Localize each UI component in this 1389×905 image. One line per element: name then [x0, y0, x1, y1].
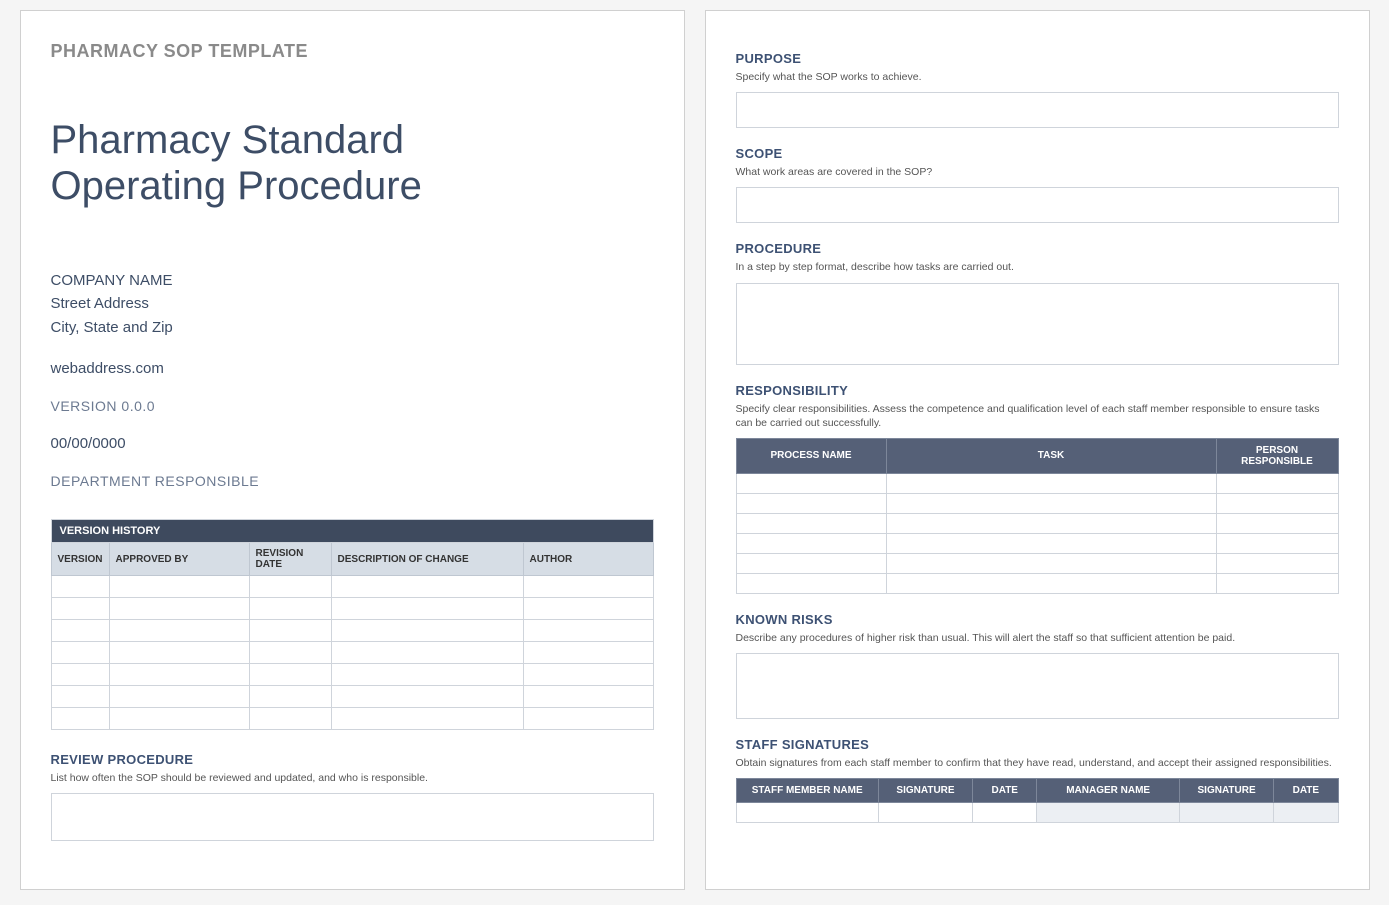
version-history-title: VERSION HISTORY [51, 520, 653, 543]
table-row [51, 576, 653, 598]
city-state-zip: City, State and Zip [51, 316, 654, 339]
purpose-heading: PURPOSE [736, 51, 1339, 66]
table-row [51, 598, 653, 620]
staff-signatures-heading: STAFF SIGNATURES [736, 737, 1339, 752]
version-label: VERSION 0.0.0 [51, 398, 654, 414]
col-date-2: DATE [1274, 779, 1338, 803]
col-date-1: DATE [973, 779, 1037, 803]
table-row [51, 686, 653, 708]
table-row [736, 803, 1338, 823]
company-name: COMPANY NAME [51, 269, 654, 292]
known-risks-desc: Describe any procedures of higher risk t… [736, 631, 1339, 645]
review-procedure-heading: REVIEW PROCEDURE [51, 752, 654, 767]
table-row [736, 533, 1338, 553]
col-process-name: PROCESS NAME [736, 438, 886, 473]
col-version: VERSION [51, 543, 109, 576]
web-address: webaddress.com [51, 357, 654, 380]
template-header: PHARMACY SOP TEMPLATE [51, 41, 654, 62]
table-row [736, 573, 1338, 593]
scope-input[interactable] [736, 187, 1339, 223]
staff-signatures-desc: Obtain signatures from each staff member… [736, 756, 1339, 770]
review-procedure-input[interactable] [51, 793, 654, 841]
known-risks-input[interactable] [736, 653, 1339, 719]
procedure-input[interactable] [736, 283, 1339, 365]
review-procedure-desc: List how often the SOP should be reviewe… [51, 771, 654, 785]
procedure-heading: PROCEDURE [736, 241, 1339, 256]
known-risks-section: KNOWN RISKS Describe any procedures of h… [736, 612, 1339, 719]
col-signature-2: SIGNATURE [1179, 779, 1273, 803]
table-row [51, 708, 653, 730]
version-history-table: VERSION HISTORY VERSION APPROVED BY REVI… [51, 519, 654, 730]
table-row [736, 513, 1338, 533]
table-row [51, 620, 653, 642]
department-responsible: DEPARTMENT RESPONSIBLE [51, 473, 654, 489]
staff-signatures-section: STAFF SIGNATURES Obtain signatures from … [736, 737, 1339, 823]
responsibility-heading: RESPONSIBILITY [736, 383, 1339, 398]
company-block: COMPANY NAME Street Address City, State … [51, 269, 654, 339]
date-placeholder: 00/00/0000 [51, 432, 654, 455]
scope-section: SCOPE What work areas are covered in the… [736, 146, 1339, 223]
table-row [736, 473, 1338, 493]
table-row [736, 553, 1338, 573]
title-line-2: Operating Procedure [51, 164, 422, 208]
known-risks-heading: KNOWN RISKS [736, 612, 1339, 627]
col-approved-by: APPROVED BY [109, 543, 249, 576]
scope-desc: What work areas are covered in the SOP? [736, 165, 1339, 179]
procedure-desc: In a step by step format, describe how t… [736, 260, 1339, 274]
scope-heading: SCOPE [736, 146, 1339, 161]
col-task: TASK [886, 438, 1216, 473]
col-revision-date: REVISION DATE [249, 543, 331, 576]
responsibility-section: RESPONSIBILITY Specify clear responsibil… [736, 383, 1339, 594]
purpose-desc: Specify what the SOP works to achieve. [736, 70, 1339, 84]
table-row [51, 642, 653, 664]
title-line-1: Pharmacy Standard [51, 118, 405, 162]
responsibility-table: PROCESS NAME TASK PERSON RESPONSIBLE [736, 438, 1339, 594]
procedure-section: PROCEDURE In a step by step format, desc… [736, 241, 1339, 364]
col-person-responsible: PERSON RESPONSIBLE [1216, 438, 1338, 473]
col-description: DESCRIPTION OF CHANGE [331, 543, 523, 576]
purpose-input[interactable] [736, 92, 1339, 128]
review-procedure-section: REVIEW PROCEDURE List how often the SOP … [51, 752, 654, 841]
signatures-table: STAFF MEMBER NAME SIGNATURE DATE MANAGER… [736, 778, 1339, 823]
street-address: Street Address [51, 292, 654, 315]
responsibility-desc: Specify clear responsibilities. Assess t… [736, 402, 1339, 430]
purpose-section: PURPOSE Specify what the SOP works to ac… [736, 51, 1339, 128]
col-staff-member-name: STAFF MEMBER NAME [736, 779, 878, 803]
col-manager-name: MANAGER NAME [1037, 779, 1180, 803]
col-author: AUTHOR [523, 543, 653, 576]
col-signature-1: SIGNATURE [878, 779, 972, 803]
document-title: Pharmacy Standard Operating Procedure [51, 117, 654, 209]
table-row [51, 664, 653, 686]
table-row [736, 493, 1338, 513]
page-2: PURPOSE Specify what the SOP works to ac… [705, 10, 1370, 890]
page-1: PHARMACY SOP TEMPLATE Pharmacy Standard … [20, 10, 685, 890]
